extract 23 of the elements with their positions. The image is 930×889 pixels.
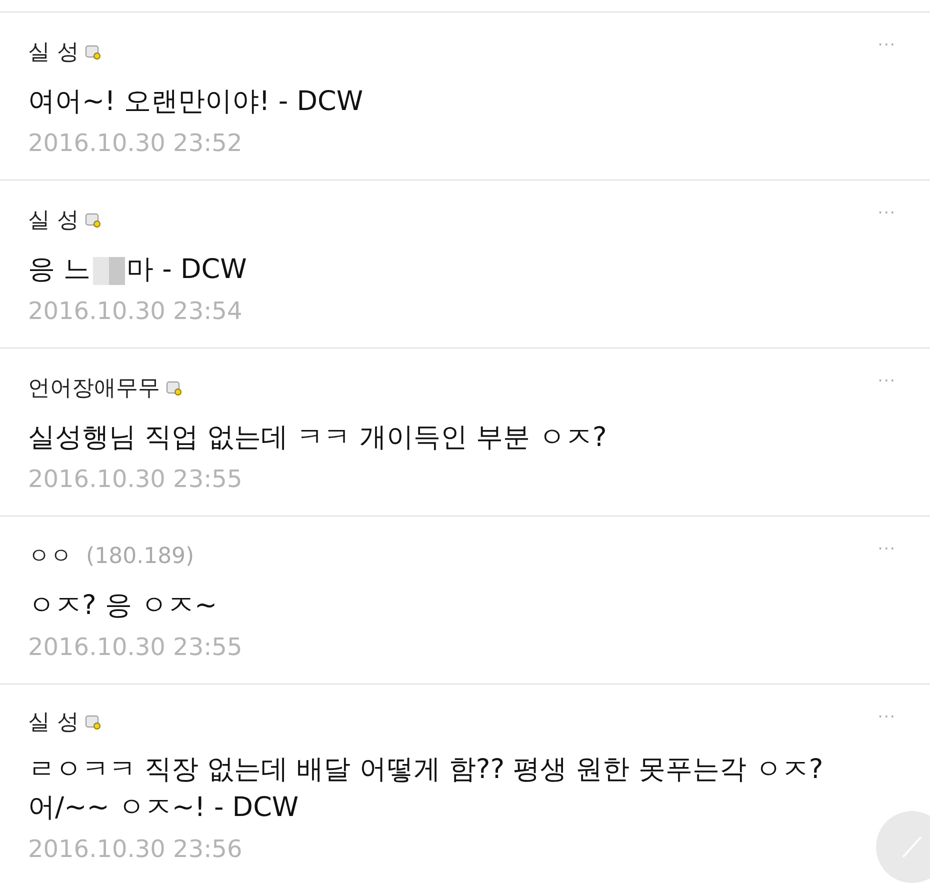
- comment-text: 마 - DCW: [126, 254, 247, 285]
- ip-address: (180.189): [86, 544, 194, 568]
- comment-text: 응 느: [28, 254, 91, 285]
- more-menu[interactable]: ···: [878, 203, 896, 222]
- comment-date: 2016.10.30 23:54: [28, 297, 244, 325]
- comment-date: 2016.10.30 23:55: [28, 465, 244, 493]
- comment-author: 실 성: [28, 39, 79, 67]
- more-menu[interactable]: ···: [878, 539, 896, 558]
- more-menu[interactable]: ···: [878, 371, 896, 390]
- comment-author: 실 성: [28, 207, 79, 235]
- comment-date: 2016.10.30 23:56: [28, 835, 244, 863]
- comment-author: ㅇㅇ: [28, 543, 72, 571]
- comment-text: ㅇㅈ? 응 ㅇㅈ~: [28, 589, 218, 623]
- comment-author: 실 성: [28, 709, 79, 737]
- comment-text: 실성행님 직업 없는데 ㅋㅋ 개이득인 부분 ㅇㅈ?: [28, 421, 608, 455]
- comment-date: 2016.10.30 23:55: [28, 633, 244, 661]
- more-menu[interactable]: ···: [878, 707, 896, 726]
- redaction-block: [92, 256, 125, 285]
- comment-author: 언어장애무무: [28, 375, 160, 403]
- comment-text: 여어~! 오랜만이야! - DCW: [28, 85, 364, 119]
- comment-date: 2016.10.30 23:52: [28, 129, 244, 157]
- more-menu[interactable]: ···: [878, 35, 896, 54]
- comment-text: ㄹㅇㅋㅋ 직장 없는데 배달 어떻게 함?? 평생 원한 못푸는각 ㅇㅈ? 어/~~ ㅇㅈ~! - DCW: [28, 753, 824, 825]
